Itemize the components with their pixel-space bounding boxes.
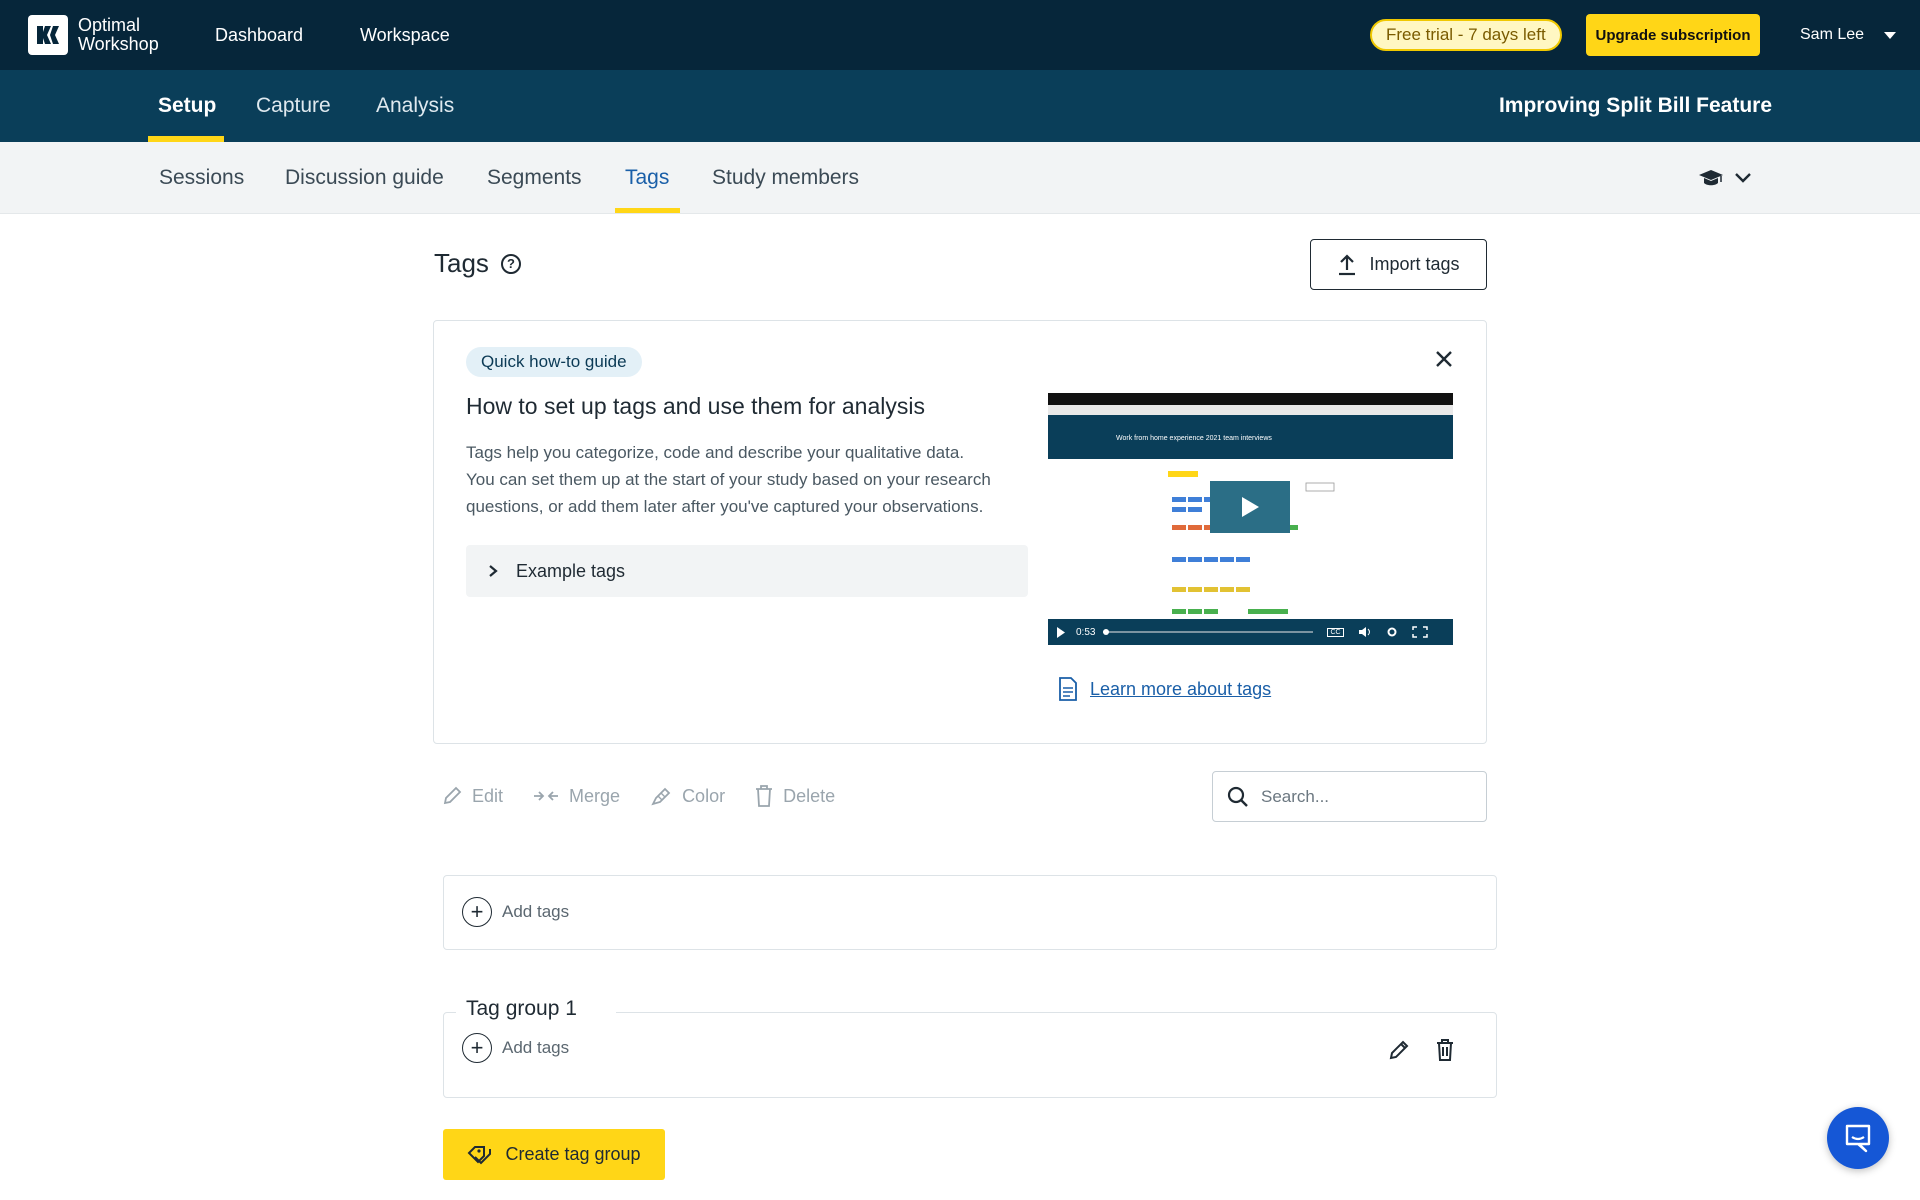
settings-gear-icon[interactable] [1386,626,1398,638]
upgrade-subscription-button[interactable]: Upgrade subscription [1586,14,1760,56]
tab-analysis[interactable]: Analysis [376,70,454,142]
merge-label: Merge [569,785,621,806]
subtab-segments[interactable]: Segments [487,142,582,214]
logo-text: Optimal Workshop [78,16,159,54]
tab-capture[interactable]: Capture [256,70,331,142]
create-tag-group-label: Create tag group [505,1144,641,1164]
user-menu[interactable]: Sam Lee [1800,0,1897,70]
logo-line-2: Workshop [78,34,159,54]
delete-group-trash-icon[interactable] [1436,1039,1454,1061]
merge-icon [534,791,559,801]
logo-line-1: Optimal [78,15,141,35]
tag-search[interactable] [1212,771,1487,822]
page-title: Tags ? [434,248,521,279]
paint-brush-icon [651,787,671,806]
chevron-down-icon [1735,173,1751,183]
help-circle-icon[interactable]: ? [500,253,521,274]
upload-icon [1339,253,1356,275]
volume-icon[interactable] [1358,626,1372,638]
plus-circle-icon: + [462,1033,492,1063]
optimal-logo-icon [28,15,68,55]
logo[interactable]: Optimal Workshop [28,15,159,55]
captions-icon[interactable]: CC [1327,627,1344,637]
ungrouped-tags-box: + Add tags [443,875,1497,950]
tab-setup[interactable]: Setup [158,70,216,142]
add-tags-label: Add tags [502,902,570,921]
play-small-icon[interactable] [1056,626,1066,638]
graduation-cap-icon [1699,170,1723,186]
page-title-text: Tags [434,248,489,278]
import-tags-button[interactable]: Import tags [1310,239,1487,290]
add-tags-button[interactable]: + Add tags [462,897,569,927]
pencil-icon [443,786,462,805]
study-title: Improving Split Bill Feature [1498,94,1772,117]
subtab-discussion-guide[interactable]: Discussion guide [285,142,444,214]
nav-workspace-label: Workspace [360,24,450,45]
nav-workspace[interactable]: Workspace [360,0,450,70]
example-tags-label: Example tags [516,560,626,581]
delete-button[interactable]: Delete [755,785,835,807]
example-tags-expander[interactable]: Example tags [466,545,1028,597]
fullscreen-icon[interactable] [1411,626,1428,638]
guide-video-player[interactable]: Work from home experience 2021 team inte… [1048,393,1453,645]
guide-body: Tags help you categorize, code and descr… [466,439,1036,520]
guide-body-line-2: You can set them up at the start of your… [466,470,991,489]
group-add-tags-label: Add tags [502,1038,570,1057]
chat-button[interactable] [1827,1107,1889,1169]
help-menu[interactable] [1698,160,1752,196]
search-input[interactable] [1261,786,1461,807]
tag-group-actions [1388,1039,1454,1061]
document-icon [1059,677,1077,701]
nav-dashboard-label: Dashboard [215,24,304,45]
edit-button[interactable]: Edit [442,786,503,807]
caret-down-icon [1884,31,1897,39]
guide-badge: Quick how-to guide [466,347,642,377]
video-browser-bar [1048,405,1453,415]
user-name: Sam Lee [1800,26,1865,43]
video-study-title: Work from home experience 2021 team inte… [1116,435,1272,442]
nav-dashboard[interactable]: Dashboard [215,0,303,70]
subtab-study-members[interactable]: Study members [712,142,859,214]
color-button[interactable]: Color [650,785,725,807]
learn-more-label: Learn more about tags [1090,678,1272,699]
quick-guide-card: Quick how-to guide How to set up tags an… [433,320,1487,744]
merge-button[interactable]: Merge [533,786,620,807]
tags-icon [468,1145,492,1164]
guide-heading: How to set up tags and use them for anal… [466,393,925,419]
trial-badge[interactable]: Free trial - 7 days left [1370,19,1562,51]
learn-more-link[interactable]: Learn more about tags [1058,677,1271,701]
edit-group-pencil-icon[interactable] [1388,1039,1410,1061]
plus-circle-icon: + [462,897,492,927]
guide-body-line-1: Tags help you categorize, code and descr… [466,443,965,462]
video-controls: 0:53 CC [1048,619,1453,645]
video-time: 0:53 [1076,626,1096,638]
chevron-right-icon [489,565,498,577]
video-top-strip [1048,393,1453,405]
delete-label: Delete [783,785,836,806]
guide-body-line-3: questions, or add them later after you'v… [466,497,984,516]
top-bar: Optimal Workshop Dashboard Workspace Fre… [0,0,1920,70]
import-tags-label: Import tags [1369,254,1460,274]
close-guide-button[interactable] [1430,345,1458,373]
group-add-tags-button[interactable]: + Add tags [462,1033,569,1063]
close-icon [1436,351,1452,367]
tag-group-name: Tag group 1 [456,997,616,1021]
edit-label: Edit [472,785,504,806]
search-icon [1227,786,1248,807]
tag-toolbar: Edit Merge Color Delete [442,776,835,816]
trash-icon [756,785,773,807]
video-play-button[interactable] [1210,481,1290,533]
video-app-bar: Work from home experience 2021 team inte… [1048,415,1453,459]
video-progress-bar[interactable] [1103,629,1314,635]
subtab-tags[interactable]: Tags [625,142,669,214]
tag-group: Tag group 1 + Add tags [443,997,1497,1098]
subtab-sessions[interactable]: Sessions [159,142,244,214]
color-label: Color [682,785,726,806]
active-subtab-underline [615,208,680,213]
create-tag-group-button[interactable]: Create tag group [443,1129,665,1180]
chat-bubble-icon [1845,1124,1871,1153]
play-icon [1242,497,1259,517]
